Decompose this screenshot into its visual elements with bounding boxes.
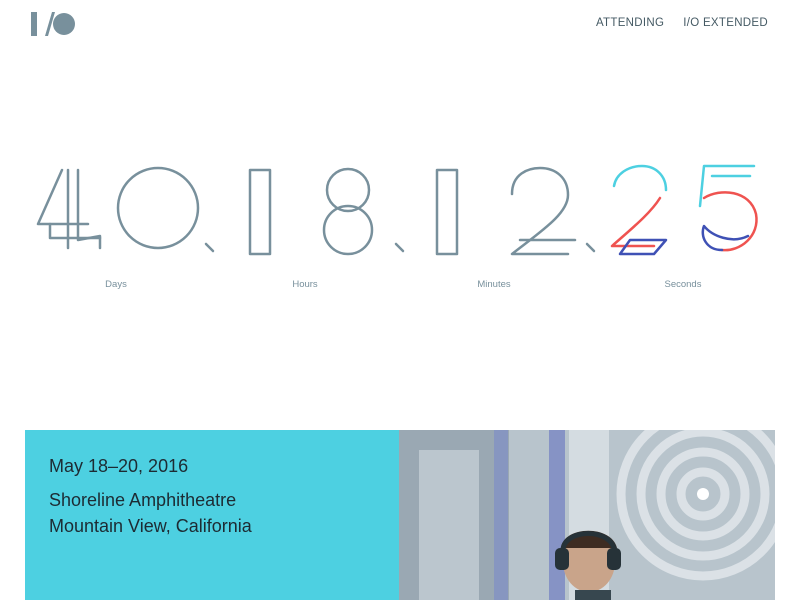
main-nav: ATTENDING I/O EXTENDED xyxy=(596,17,768,29)
digit-hours-tens xyxy=(248,168,272,256)
digit-hours-ones xyxy=(322,167,374,256)
site-header: ATTENDING I/O EXTENDED xyxy=(0,0,800,50)
digit-seconds-tens xyxy=(610,164,668,256)
digit-minutes-ones xyxy=(510,166,577,256)
event-banner: May 18–20, 2016 Shoreline Amphitheatre M… xyxy=(25,430,775,600)
event-date: May 18–20, 2016 xyxy=(49,456,189,476)
digit-seconds-ones xyxy=(698,164,758,252)
event-venue: Shoreline Amphitheatre xyxy=(49,490,237,510)
hours-label: Hours xyxy=(292,279,318,290)
digit-minutes-tens xyxy=(435,168,459,256)
event-city: Mountain View, California xyxy=(49,516,252,536)
digit-days-tens xyxy=(36,168,102,250)
digit-days-ones xyxy=(116,166,200,250)
days-label: Days xyxy=(105,279,127,290)
separator-mark xyxy=(585,242,596,253)
io-logo[interactable] xyxy=(31,11,75,37)
minutes-label: Minutes xyxy=(477,279,511,290)
separator-mark xyxy=(204,242,215,253)
nav-io-extended-link[interactable]: I/O EXTENDED xyxy=(683,17,768,29)
seconds-label: Seconds xyxy=(664,279,702,290)
event-info-panel: May 18–20, 2016 Shoreline Amphitheatre M… xyxy=(25,430,399,600)
attendee-with-headphones-photo xyxy=(399,430,775,600)
nav-attending-link[interactable]: ATTENDING xyxy=(596,17,664,29)
countdown-timer xyxy=(36,164,758,256)
separator-mark xyxy=(394,242,405,253)
